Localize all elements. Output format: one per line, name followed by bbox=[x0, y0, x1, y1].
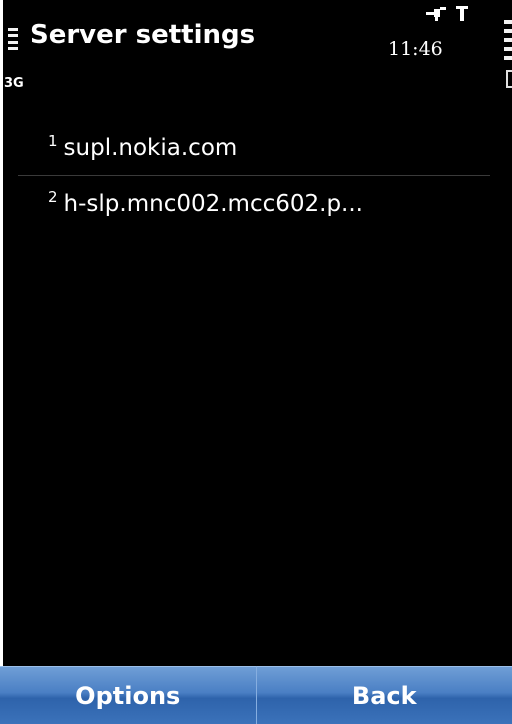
list-item-index: 2 bbox=[48, 188, 58, 206]
page-title: Server settings bbox=[30, 20, 256, 50]
list-item-index: 1 bbox=[48, 131, 58, 150]
back-button-label: Back bbox=[351, 681, 417, 710]
frame-border bbox=[0, 0, 3, 724]
list-item[interactable]: 2 h-slp.mnc002.mcc602.p... bbox=[18, 176, 490, 232]
battery-icon bbox=[504, 20, 512, 60]
antenna-icon bbox=[456, 6, 468, 21]
clock: 11:46 bbox=[388, 38, 443, 60]
signal-strength-icon bbox=[8, 28, 18, 50]
back-button[interactable]: Back bbox=[256, 666, 512, 724]
list-item[interactable]: 1 supl.nokia.com bbox=[18, 120, 490, 176]
phone-screen: Server settings 3G 11:46 1 supl.nokia.co… bbox=[0, 0, 512, 724]
options-button[interactable]: Options bbox=[0, 666, 257, 724]
battery-edge-icon bbox=[506, 70, 512, 88]
network-type-indicator: 3G bbox=[4, 76, 24, 91]
server-address: h-slp.mnc002.mcc602.p... bbox=[63, 191, 363, 217]
options-button-label: Options bbox=[75, 681, 181, 710]
server-list: 1 supl.nokia.com 2 h-slp.mnc002.mcc602.p… bbox=[18, 120, 490, 232]
softkey-bar: Options Back bbox=[0, 666, 512, 724]
gps-satellite-icon bbox=[426, 7, 446, 21]
server-address: supl.nokia.com bbox=[63, 134, 238, 161]
